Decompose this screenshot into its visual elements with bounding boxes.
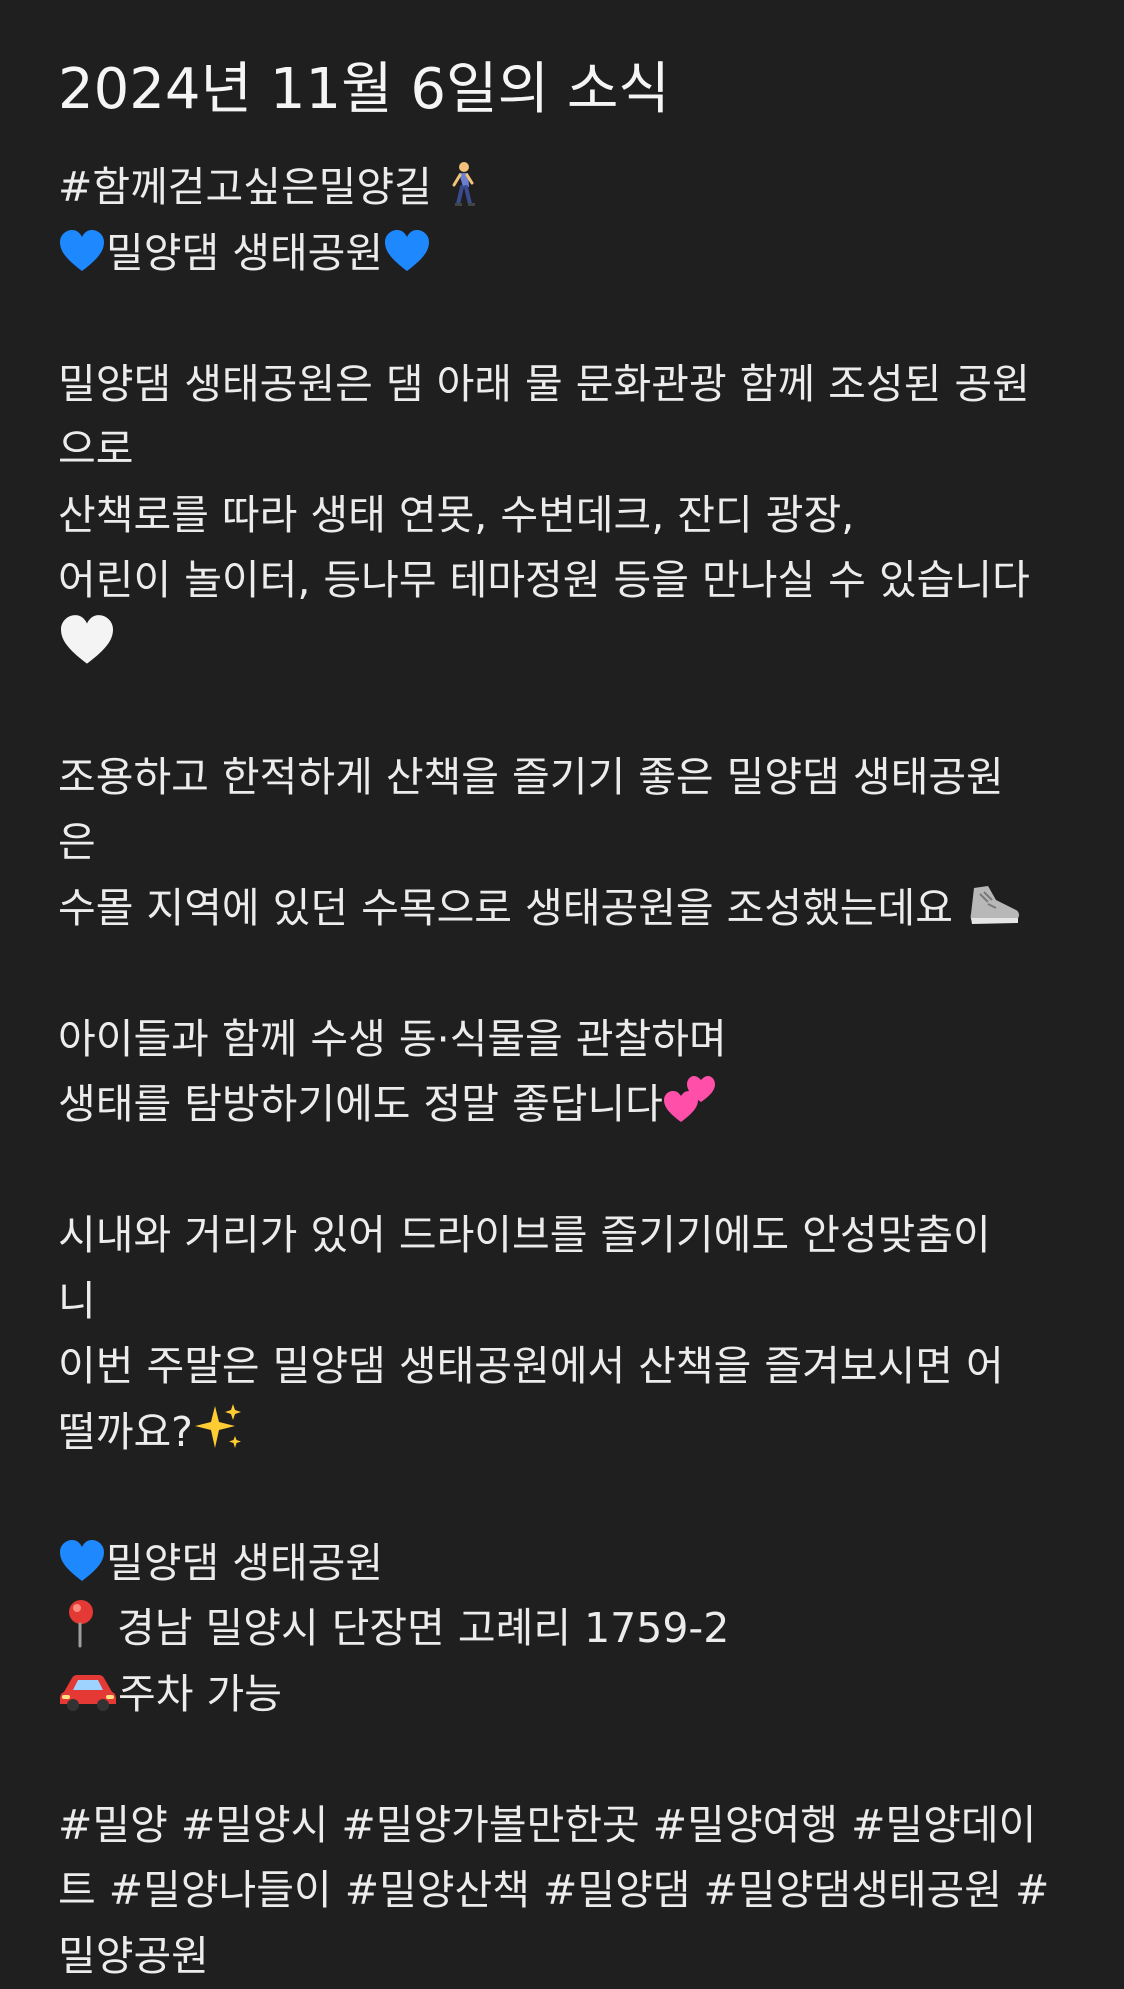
body-line-text: 생태를 탐방하기에도 정말 좋답니다 [58,1080,663,1128]
blue-heart-icon [383,229,431,273]
body-line: 조용하고 한적하게 산책을 즐기기 좋은 밀양댐 생태공원 [58,745,1078,811]
body-line: 아이들과 함께 수생 동·식물을 관찰하며 [58,1007,1078,1073]
line-sparkles: 떨까요? [58,1400,1078,1466]
info-name-text: 밀양댐 생태공원 [106,1539,383,1587]
hashtags-line[interactable]: #밀양 #밀양시 #밀양가볼만한곳 #밀양여행 #밀양데이 [58,1793,1078,1859]
body-line: 밀양댐 생태공원은 댐 아래 물 문화관광 함께 조성된 공원 [58,352,1078,418]
body-line-text: 떨까요? [58,1408,193,1456]
blue-heart-icon [58,229,106,273]
line-two-hearts: 생태를 탐방하기에도 정말 좋답니다 [58,1072,1078,1138]
park-name-text: 밀양댐 생태공원 [106,229,383,277]
line-info-address: 경남 밀양시 단장면 고례리 1759-2 [58,1596,1078,1662]
hashtags-line[interactable]: 밀양공원 [58,1924,1078,1989]
paragraph-gap [58,286,1078,352]
hashtags-line[interactable]: 트 #밀양나들이 #밀양산책 #밀양댐 #밀양댐생태공원 # [58,1858,1078,1924]
line-hashtag-walk: #함께걷고싶은밀양길 [58,155,1078,221]
line-info-name: 밀양댐 생태공원 [58,1531,1078,1597]
body-line: 시내와 거리가 있어 드라이브를 즐기기에도 안성맞춤이 [58,1203,1078,1269]
two-hearts-icon [663,1072,717,1124]
white-heart-icon [58,614,116,666]
body-line: 은 [58,810,1078,876]
sparkles-icon [193,1402,243,1452]
body-line: 이번 주말은 밀양댐 생태공원에서 산책을 즐겨보시면 어 [58,1334,1078,1400]
post-body: #함께걷고싶은밀양길 밀양댐 생태공원 밀양댐 생태공원은 댐 아래 물 문화관… [58,155,1078,1989]
blue-heart-icon [58,1539,106,1583]
line-white-heart [58,614,1078,680]
body-line: 니 [58,1269,1078,1335]
paragraph-gap [58,679,1078,745]
body-line: 어린이 놀이터, 등나무 테마정원 등을 만나실 수 있습니다 [58,548,1078,614]
sneaker-icon [966,882,1022,928]
post-card: 2024년 11월 6일의 소식 #함께걷고싶은밀양길 밀양댐 생태공원 밀양댐… [0,0,1124,1987]
line-park-name: 밀양댐 생태공원 [58,221,1078,287]
body-line: 으로 [58,417,1078,483]
line-info-parking: 주차 가능 [58,1662,1078,1728]
paragraph-gap [58,941,1078,1007]
info-parking-text: 주차 가능 [118,1670,282,1718]
hashtag-link[interactable]: #함께걷고싶은밀양길 [58,163,445,211]
paragraph-gap [58,1465,1078,1531]
paragraph-gap [58,1727,1078,1793]
car-icon [58,1670,118,1714]
line-sneaker: 수몰 지역에 있던 수목으로 생태공원을 조성했는데요 [58,876,1078,942]
paragraph-gap [58,1138,1078,1204]
body-line-text: 수몰 지역에 있던 수목으로 생태공원을 조성했는데요 [58,884,966,932]
body-line: 산책로를 따라 생태 연못, 수변데크, 잔디 광장, [58,483,1078,549]
person-walking-icon [445,161,479,207]
post-title: 2024년 11월 6일의 소식 [58,50,670,130]
info-address-text: 경남 밀양시 단장면 고례리 1759-2 [104,1604,729,1652]
round-pushpin-icon [58,1598,104,1648]
